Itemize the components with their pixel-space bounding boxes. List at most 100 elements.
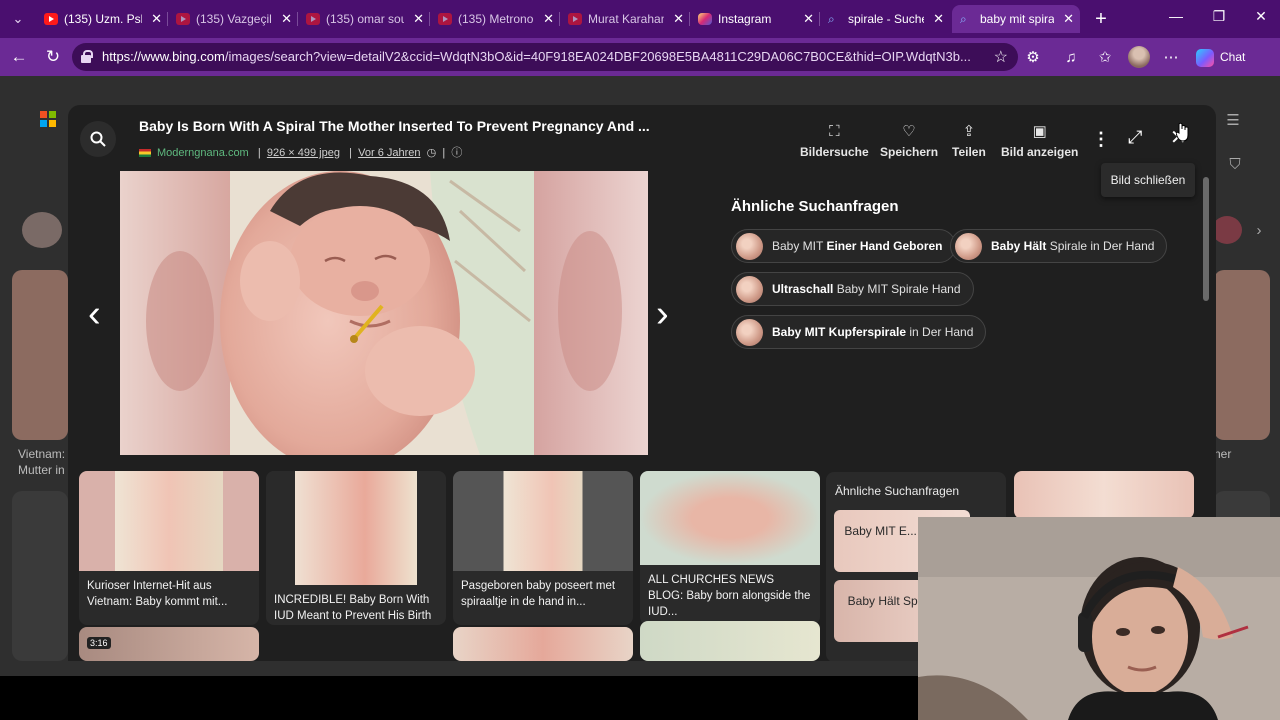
tab-close-icon[interactable]: ✕ xyxy=(281,5,292,33)
main-image[interactable] xyxy=(120,171,648,455)
visual-search-button[interactable]: ⛶ Bildersuche xyxy=(800,123,869,159)
tab-label: baby mit spiral xyxy=(980,12,1054,26)
result-caption: Kurioser Internet-Hit aus Vietnam: Baby … xyxy=(87,580,228,608)
tab-label: (135) omar sou xyxy=(326,12,404,26)
flag-icon xyxy=(139,149,151,158)
view-image-icon: ▣ xyxy=(1032,123,1047,140)
info-icon[interactable]: ⓘ xyxy=(451,147,462,159)
expand-icon[interactable]: ⤢ xyxy=(1128,127,1142,148)
youtube-icon xyxy=(44,13,58,25)
next-image-icon[interactable]: › xyxy=(656,293,669,336)
favorites-icon[interactable]: ✩ xyxy=(1094,47,1116,69)
tab-4[interactable]: (135) Metronor ✕ xyxy=(430,5,560,33)
action-label: Bildersuche xyxy=(800,145,869,159)
image-result-card[interactable] xyxy=(1014,471,1194,519)
chip-text: Spirale in Der Hand xyxy=(1046,239,1155,253)
favorite-star-icon[interactable]: ☆ xyxy=(994,47,1008,67)
bg-image-card xyxy=(12,270,68,440)
result-thumbnail xyxy=(453,627,633,661)
tab-close-icon[interactable]: ✕ xyxy=(543,5,554,33)
image-result-card[interactable]: ALL CHURCHES NEWS BLOG: Baby born alongs… xyxy=(640,471,820,625)
result-caption: ALL CHURCHES NEWS BLOG: Baby born alongs… xyxy=(648,574,811,618)
source-link[interactable]: Moderngnana.com xyxy=(157,147,249,159)
address-bar[interactable]: https://www.bing.com/images/search?view=… xyxy=(72,43,1018,71)
result-thumbnail xyxy=(266,471,446,585)
bg-image-card xyxy=(12,491,68,661)
url-path: /images/search?view=detailV2&ccid=WdqtN3… xyxy=(224,49,971,64)
bg-thumbnail xyxy=(22,212,62,248)
url-host: https://www.bing.com xyxy=(102,49,225,64)
save-button[interactable]: ♡ Speichern xyxy=(880,123,938,159)
result-caption: INCREDIBLE! Baby Born With IUD Meant to … xyxy=(274,594,432,622)
related-search-chip[interactable]: Baby MIT Kupferspirale in Der Hand xyxy=(731,315,987,349)
instagram-icon xyxy=(698,13,712,25)
overlay-search-button[interactable] xyxy=(80,121,116,157)
url-text[interactable]: https://www.bing.com/images/search?view=… xyxy=(102,49,978,64)
profile-avatar[interactable] xyxy=(1128,46,1150,68)
chip-bold-text: Ultraschall xyxy=(772,282,834,296)
tab-6[interactable]: Instagram ✕ xyxy=(690,5,820,33)
image-result-card[interactable] xyxy=(453,627,633,661)
result-thumbnail xyxy=(640,621,820,661)
panel-scrollbar[interactable] xyxy=(1203,177,1209,301)
scroll-right-icon[interactable]: › xyxy=(1248,220,1270,242)
action-label: Teilen xyxy=(952,145,986,159)
visual-search-icon: ⛶ xyxy=(829,123,840,140)
new-tab-button[interactable]: + xyxy=(1090,7,1112,31)
image-result-card[interactable]: 3:16 xyxy=(79,627,259,661)
window-close-icon[interactable]: ✕ xyxy=(1246,8,1276,25)
image-result-card[interactable] xyxy=(640,621,820,661)
more-options-icon[interactable]: ⋮ xyxy=(1092,129,1110,150)
tab-7[interactable]: ⌕ spirale - Suche ✕ xyxy=(820,5,950,33)
tab-label: (135) Vazgeçilm xyxy=(196,12,272,26)
image-dimensions[interactable]: 926 × 499 jpeg xyxy=(267,147,340,159)
tab-8-active[interactable]: ⌕ baby mit spiral ✕ xyxy=(952,5,1080,33)
tab-actions-menu-icon[interactable]: ⌄ xyxy=(6,8,30,30)
tab-close-icon[interactable]: ✕ xyxy=(1063,5,1074,33)
back-arrow-icon[interactable]: ← xyxy=(8,46,30,68)
view-image-button[interactable]: ▣ Bild anzeigen xyxy=(1001,123,1078,159)
collections-icon[interactable]: ♫ xyxy=(1060,47,1082,69)
image-age[interactable]: Vor 6 Jahren xyxy=(358,147,420,159)
image-result-card[interactable]: Pasgeboren baby poseert met spiraaltje i… xyxy=(453,471,633,625)
tab-2[interactable]: (135) Vazgeçilm ✕ xyxy=(168,5,298,33)
share-button[interactable]: ⇪ Teilen xyxy=(952,123,986,159)
reload-icon[interactable]: ↻ xyxy=(42,46,64,68)
chip-bold-text: Einer Hand Geboren xyxy=(826,239,943,253)
tab-1[interactable]: (135) Uzm. Psk. ✕ xyxy=(36,5,168,33)
tab-close-icon[interactable]: ✕ xyxy=(803,5,814,33)
youtube-icon xyxy=(568,13,582,25)
more-menu-icon[interactable]: ⋯ xyxy=(1160,47,1182,69)
action-label: Speichern xyxy=(880,145,939,159)
previous-image-icon[interactable]: ‹ xyxy=(88,293,101,336)
tab-label: (135) Uzm. Psk. xyxy=(64,12,142,26)
tab-close-icon[interactable]: ✕ xyxy=(933,5,944,33)
image-meta: Moderngnana.com | 926 × 499 jpeg | Vor 6… xyxy=(139,144,462,160)
tab-close-icon[interactable]: ✕ xyxy=(673,5,684,33)
save-icon: ♡ xyxy=(902,123,916,140)
tab-close-icon[interactable]: ✕ xyxy=(151,5,162,33)
youtube-icon xyxy=(438,13,452,25)
related-search-chip[interactable]: Ultraschall Baby MIT Spirale Hand xyxy=(731,272,974,306)
maximize-icon[interactable]: ❐ xyxy=(1204,8,1234,25)
tab-bar: ⌄ (135) Uzm. Psk. ✕ (135) Vazgeçilm ✕ (1… xyxy=(0,0,1280,38)
tab-label: spirale - Suche xyxy=(848,12,924,26)
tab-label: Instagram xyxy=(718,12,772,26)
webcam-person-image xyxy=(918,517,1280,720)
image-result-card[interactable]: Kurioser Internet-Hit aus Vietnam: Baby … xyxy=(79,471,259,625)
image-result-card[interactable]: INCREDIBLE! Baby Born With IUD Meant to … xyxy=(266,471,446,625)
result-thumbnail xyxy=(453,471,633,571)
bg-caption: Vietnam: xyxy=(18,447,66,461)
related-search-chip[interactable]: Baby Hält Spirale in Der Hand xyxy=(950,229,1168,263)
related-search-chip[interactable]: Baby MIT Einer Hand Geboren xyxy=(731,229,956,263)
tab-5[interactable]: Murat Karahan ✕ xyxy=(560,5,690,33)
hamburger-menu-icon[interactable]: ☰ xyxy=(1222,110,1244,132)
extensions-icon[interactable]: ⚙ xyxy=(1022,47,1044,69)
minimize-icon[interactable]: — xyxy=(1161,8,1191,24)
youtube-icon xyxy=(176,13,190,25)
tab-close-icon[interactable]: ✕ xyxy=(413,5,424,33)
filter-icon[interactable]: ⛉ xyxy=(1224,154,1246,176)
tab-3[interactable]: (135) omar sou ✕ xyxy=(298,5,430,33)
copilot-chat-button[interactable]: Chat xyxy=(1196,47,1245,67)
image-title[interactable]: Baby Is Born With A Spiral The Mother In… xyxy=(139,118,699,134)
